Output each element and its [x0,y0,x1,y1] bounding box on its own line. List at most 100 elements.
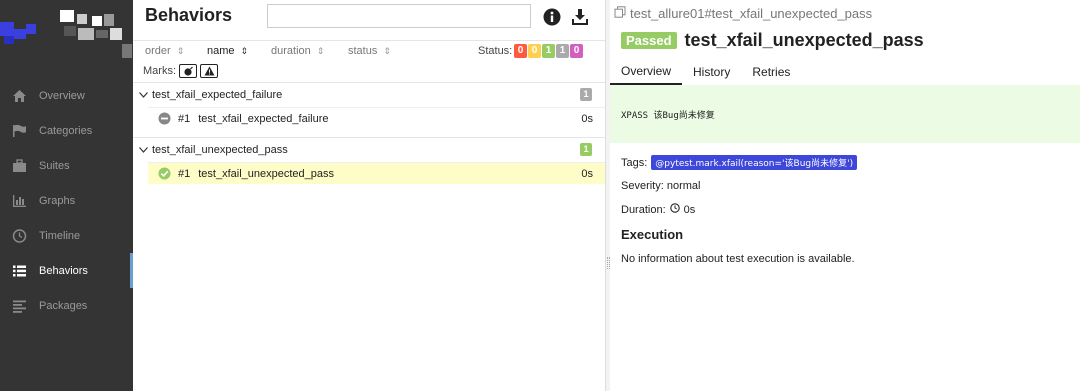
tree-group-name: test_xfail_expected_failure [152,89,283,101]
test-title-row: Passed test_xfail_unexpected_pass [621,30,924,51]
sort-name[interactable]: name ⇕ [207,45,248,57]
info-button[interactable] [543,8,561,26]
sidebar-item-label: Timeline [39,229,81,242]
test-case-row[interactable]: #1 test_xfail_unexpected_pass 0s [148,162,605,184]
sort-arrows-icon: ⇕ [383,45,391,56]
clock-icon [669,203,680,216]
sidebar-item-behaviors[interactable]: Behaviors [0,253,133,288]
sidebar-item-label: Categories [39,124,93,137]
home-icon [11,87,28,104]
sidebar-item-graphs[interactable]: Graphs [0,183,133,218]
group-count-badge: 1 [580,88,592,101]
sort-status-label: status [348,45,378,57]
align-left-icon [11,297,28,314]
skipped-status-icon [158,112,171,125]
sort-bar: order ⇕ name ⇕ duration ⇕ status ⇕ Status: 0… [133,40,605,62]
warning-mark-button[interactable] [200,64,218,78]
test-case-name: test_xfail_unexpected_pass [198,167,335,180]
sidebar-item-suites[interactable]: Suites [0,148,133,183]
sidebar-item-label: Graphs [39,194,76,207]
sidebar-nav: Overview Categories Suites Graphs Timeli… [0,78,133,323]
status-broken-badge[interactable]: 0 [528,44,541,58]
tree-group-header[interactable]: test_xfail_unexpected_pass 1 [133,138,605,162]
sort-arrows-icon: ⇕ [316,45,325,56]
sidebar-item-packages[interactable]: Packages [0,288,133,323]
sidebar-item-categories[interactable]: Categories [0,113,133,148]
tree-group-header[interactable]: test_xfail_expected_failure 1 [133,83,605,107]
tab-history[interactable]: History [682,58,741,85]
status-skipped-badge[interactable]: 1 [556,44,569,58]
passed-status-icon [158,167,171,180]
detail-tabs: Overview History Retries [610,58,1080,85]
tab-retries[interactable]: Retries [741,58,801,85]
status-failed-badge[interactable]: 0 [514,44,527,58]
duration-value: 0s [683,203,696,216]
logo[interactable] [0,0,133,62]
sort-arrows-icon: ⇕ [240,45,249,56]
bar-chart-icon [11,192,28,209]
behaviors-panel: Behaviors order ⇕ name ⇕ duration ⇕ status ⇕… [133,0,605,391]
briefcase-icon [11,157,28,174]
info-icon [543,8,561,26]
marks-label: Marks: [143,65,176,77]
page-title: Behaviors [145,5,233,25]
duration-row: Duration: 0s [621,203,695,216]
test-case-number: #1 [178,167,191,180]
group-count-badge: 1 [580,143,592,156]
severity-text: Severity: normal [621,180,701,192]
logo-pixel-icon [0,10,132,58]
tab-overview[interactable]: Overview [610,58,683,85]
sidebar-item-label: Suites [39,159,70,172]
sort-order-label: order [145,45,171,57]
download-icon [572,9,588,25]
download-button[interactable] [570,7,590,27]
bomb-icon [183,66,193,76]
sidebar: Overview Categories Suites Graphs Timeli… [0,0,133,391]
clock-icon [11,227,28,244]
breadcrumb: test_allure01#test_xfail_unexpected_pass [614,6,872,21]
sidebar-item-label: Behaviors [39,264,88,277]
execution-title: Execution [621,227,684,242]
test-detail-panel: test_allure01#test_xfail_unexpected_pass… [610,0,1080,391]
execution-info: No information about test execution is a… [621,253,855,265]
sort-arrows-icon: ⇕ [176,45,185,56]
sort-order[interactable]: order ⇕ [145,45,184,57]
test-case-duration: 0s [581,167,593,180]
copy-icon[interactable] [614,6,626,21]
test-title: test_xfail_unexpected_pass [684,30,924,50]
chevron-down-icon [139,92,149,98]
sidebar-item-label: Overview [39,89,85,102]
behaviors-tree: test_xfail_expected_failure 1 #1 test_xf… [133,82,605,184]
list-icon [11,262,28,279]
flag-icon [11,122,28,139]
sidebar-item-timeline[interactable]: Timeline [0,218,133,253]
status-passed-badge[interactable]: 1 [542,44,555,58]
status-message-text: XPASS 该Bug尚未修复 [621,110,715,121]
status-message: XPASS 该Bug尚未修复 [610,85,1080,143]
status-badge: Passed [621,32,677,49]
sidebar-item-overview[interactable]: Overview [0,78,133,113]
marks-filter: Marks: [143,64,218,78]
tag-badge: @pytest.mark.xfail(reason='该Bug尚未修复') [651,155,858,170]
duration-label: Duration: [621,203,666,216]
sort-duration[interactable]: duration ⇕ [271,45,324,57]
search-input[interactable] [267,4,531,28]
tree-group: test_xfail_unexpected_pass 1 #1 test_xfa… [133,137,605,184]
test-case-name: test_xfail_expected_failure [198,112,329,125]
flaky-mark-button[interactable] [179,64,197,78]
test-case-row[interactable]: #1 test_xfail_expected_failure 0s [148,107,605,129]
status-filter-label: Status: [478,45,513,57]
status-filter: 0 0 1 1 0 [514,44,583,58]
breadcrumb-text: test_allure01#test_xfail_unexpected_pass [630,6,873,21]
sidebar-item-label: Packages [39,299,88,312]
severity-row: Severity: normal [621,180,700,192]
sort-name-label: name [207,45,235,57]
warning-icon [204,66,214,76]
tags-label: Tags: [621,156,648,169]
sort-duration-label: duration [271,45,311,57]
sort-status[interactable]: status ⇕ [348,45,391,57]
tags-row: Tags: @pytest.mark.xfail(reason='该Bug尚未修… [621,155,858,170]
tree-group: test_xfail_expected_failure 1 #1 test_xf… [133,82,605,137]
status-unknown-badge[interactable]: 0 [570,44,583,58]
chevron-down-icon [139,147,149,153]
